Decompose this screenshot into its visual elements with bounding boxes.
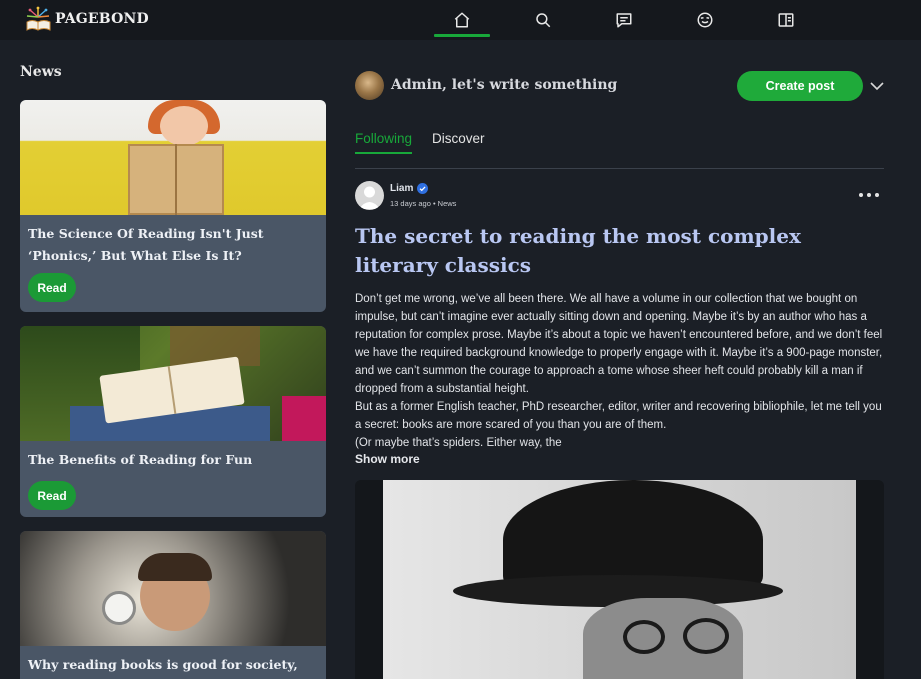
show-more-link[interactable]: Show more [355, 452, 420, 466]
chevron-down-icon[interactable] [869, 78, 885, 94]
nav-explore[interactable] [677, 0, 733, 40]
read-button[interactable]: Read [28, 273, 76, 302]
read-button[interactable]: Read [28, 481, 76, 510]
dot-icon [875, 193, 879, 197]
pagebond-logo-icon [25, 6, 52, 32]
post-header: Liam 13 days ago • News [355, 180, 884, 212]
post-body: Don’t get me wrong, we’ve all been there… [355, 290, 885, 452]
dot-icon [859, 193, 863, 197]
news-card-title: Why reading books is good for society, [28, 657, 298, 672]
nav-library[interactable] [758, 0, 814, 40]
post-composer: Admin, let's write something Create post [355, 70, 885, 102]
post-paragraph: But as a former English teacher, PhD res… [355, 401, 882, 431]
news-image-child-reading [20, 100, 326, 215]
verified-icon [417, 183, 429, 194]
post-author-name[interactable]: Liam [390, 183, 413, 194]
news-card[interactable]: The Science Of Reading Isn't Just ‘Phoni… [20, 100, 326, 312]
book-icon [778, 13, 794, 27]
dot-icon [867, 193, 871, 197]
search-icon [536, 13, 551, 28]
post-media [355, 480, 884, 679]
admin-avatar[interactable] [355, 71, 384, 100]
post-author[interactable]: Liam [390, 183, 429, 194]
create-post-button[interactable]: Create post [737, 71, 863, 101]
brand[interactable]: PAGEBOND [25, 6, 149, 32]
nav-search[interactable] [515, 0, 571, 40]
nav-messages[interactable] [596, 0, 652, 40]
news-image-flashlight-reading [20, 531, 326, 646]
message-icon [616, 13, 632, 28]
news-card-title: The Science Of Reading Isn't Just ‘Phoni… [28, 226, 264, 263]
post-paragraph: Don’t get me wrong, we’ve all been there… [355, 293, 883, 395]
nav-home[interactable] [434, 0, 490, 40]
news-card[interactable]: Why reading books is good for society, [20, 531, 326, 679]
brand-name: PAGEBOND [55, 11, 149, 27]
post-image-portrait[interactable] [383, 480, 856, 679]
post-meta: 13 days ago • News [390, 199, 457, 208]
news-image-open-book [20, 326, 326, 441]
main-nav [434, 0, 839, 40]
news-card[interactable]: The Benefits of Reading for Fun Read [20, 326, 326, 517]
post-paragraph: (Or maybe that’s spiders. Either way, th… [355, 437, 562, 449]
news-card-title: The Benefits of Reading for Fun [28, 452, 253, 467]
more-options-button[interactable] [859, 188, 879, 202]
face-icon [697, 12, 713, 28]
top-bar: PAGEBOND [0, 0, 921, 40]
user-icon [359, 186, 380, 209]
post-title[interactable]: The secret to reading the most complex l… [355, 222, 875, 280]
home-icon [454, 12, 470, 28]
composer-prompt[interactable]: Admin, let's write something [391, 77, 617, 93]
news-heading: News [20, 64, 62, 80]
tab-following[interactable]: Following [355, 131, 413, 154]
author-avatar[interactable] [355, 181, 384, 210]
feed-tabs: Following Discover [355, 128, 884, 169]
tab-discover[interactable]: Discover [432, 131, 485, 146]
